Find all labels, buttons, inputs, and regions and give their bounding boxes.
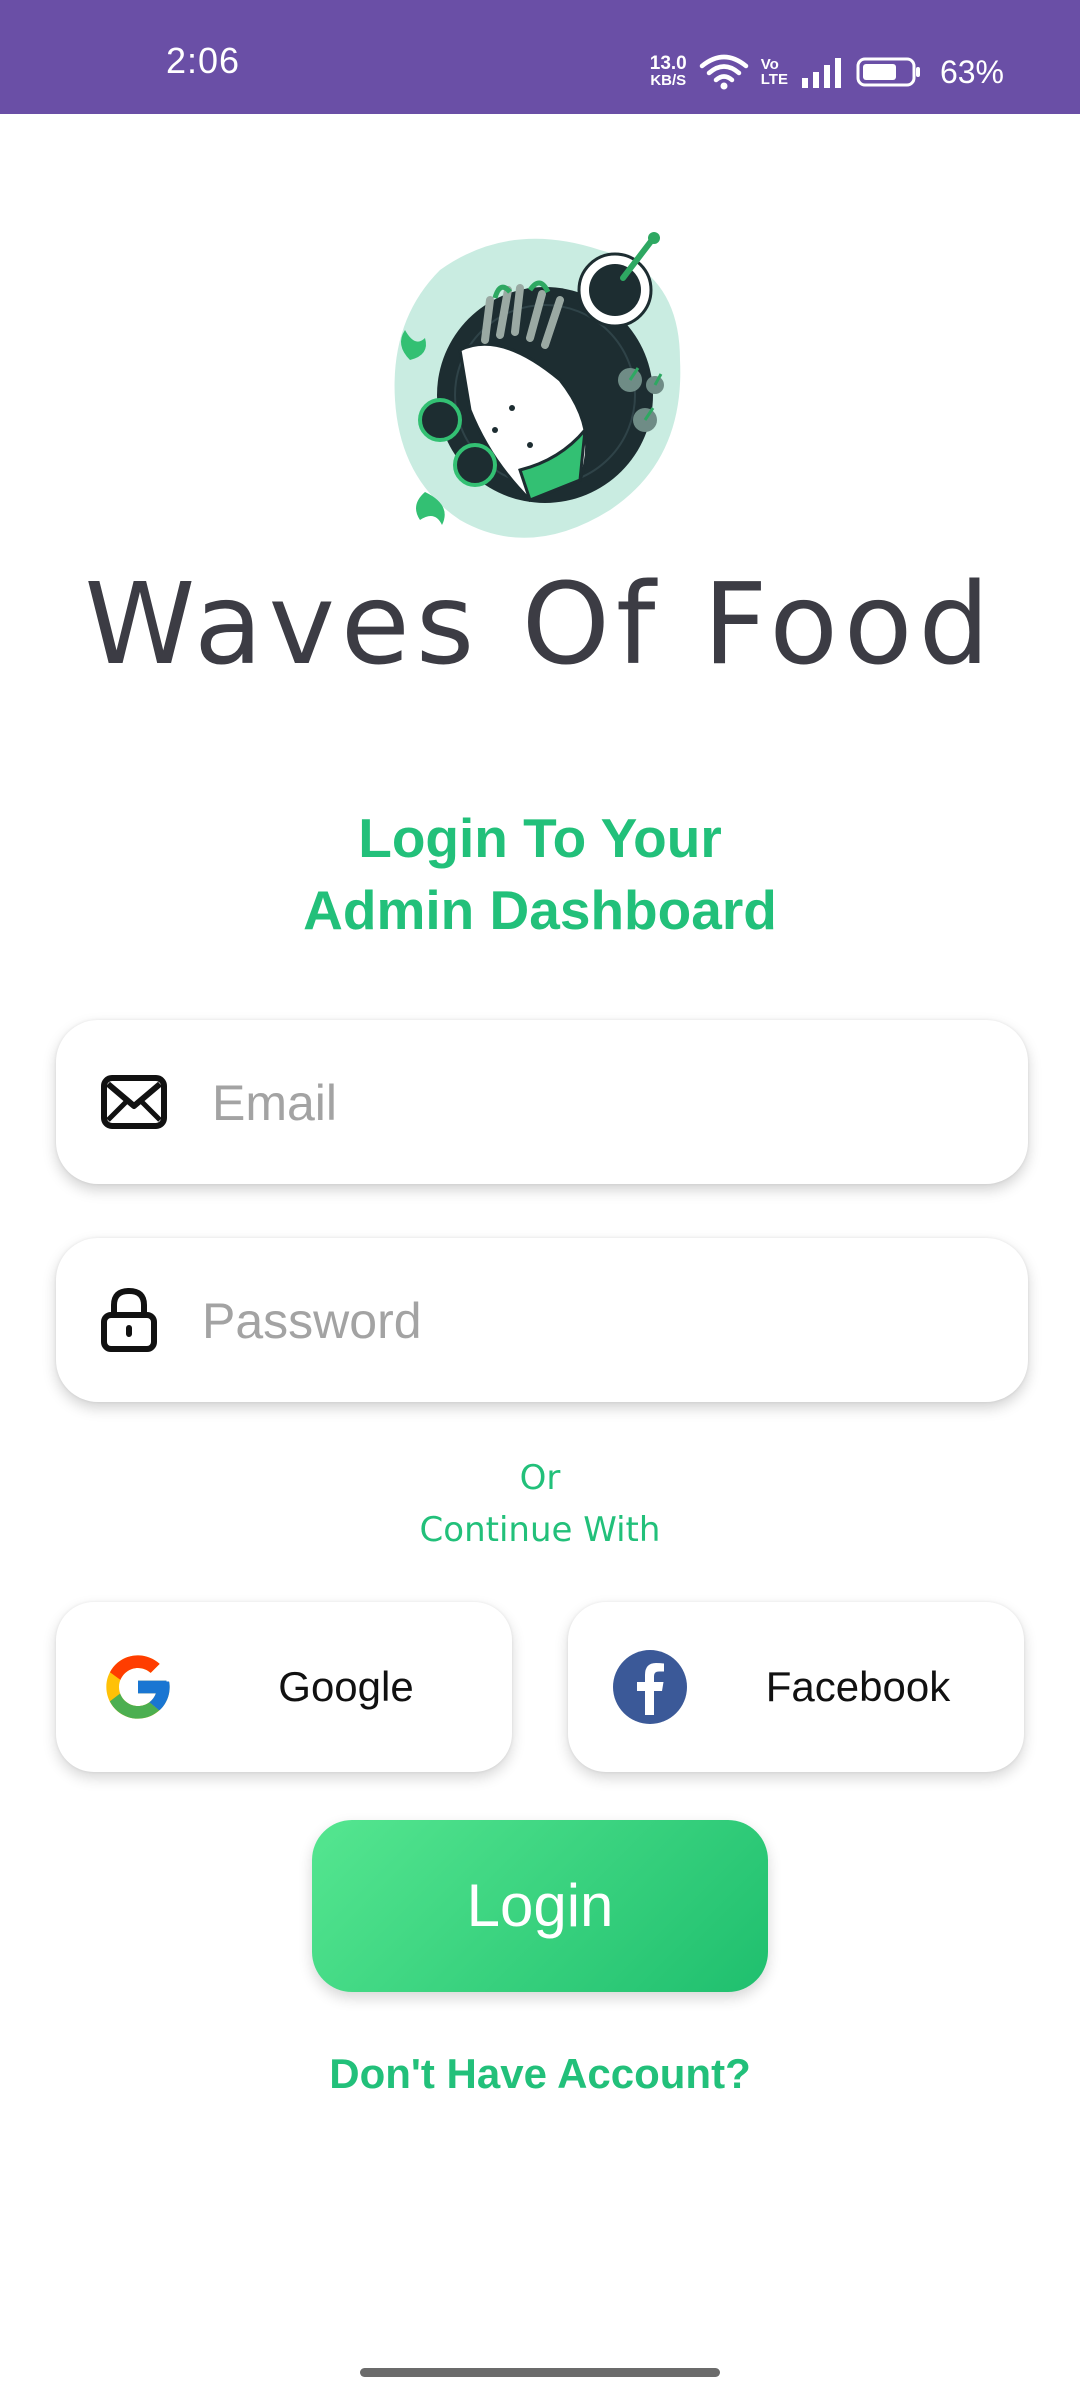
- signup-link[interactable]: Don't Have Account?: [0, 2050, 1080, 2098]
- login-screen: 2:06 13.0 KB/S Vo LTE 63% Waves Of Food …: [0, 0, 1080, 2400]
- password-field[interactable]: [56, 1238, 1028, 1404]
- status-bar: 2:06 13.0 KB/S Vo LTE 63%: [0, 0, 1080, 114]
- facebook-label: Facebook: [765, 1663, 951, 1710]
- app-title: Waves Of Food: [84, 560, 996, 690]
- battery-percent: 63%: [939, 53, 1004, 90]
- wifi-icon: [699, 54, 748, 90]
- volte-indicator: Vo LTE: [761, 57, 788, 87]
- network-speed-unit: KB/S: [650, 72, 687, 89]
- google-label: Google: [278, 1663, 414, 1710]
- volte-top-label: Vo: [760, 56, 779, 73]
- network-speed-value: 13.0: [649, 53, 687, 74]
- login-button[interactable]: Login: [312, 1820, 768, 1992]
- network-speed: 13.0 KB/S: [649, 53, 687, 89]
- volte-bottom-label: LTE: [760, 71, 788, 88]
- continue-with-label: Continue With: [419, 1510, 661, 1550]
- status-icons: 13.0 KB/S Vo LTE 63%: [650, 48, 1004, 96]
- facebook-icon: [613, 1650, 687, 1724]
- battery-icon: [856, 57, 920, 87]
- or-label: Or: [519, 1458, 561, 1498]
- signal-icon: [801, 58, 841, 88]
- page-headline: Login To Your Admin Dashboard: [0, 802, 1080, 946]
- status-time: 2:06: [166, 40, 241, 81]
- email-field[interactable]: [56, 1020, 1028, 1186]
- envelope-icon: [101, 1075, 167, 1129]
- google-login-button[interactable]: Google: [56, 1602, 512, 1772]
- facebook-login-button[interactable]: Facebook: [568, 1602, 1024, 1772]
- password-input[interactable]: [200, 1238, 984, 1404]
- food-wrap-illustration: [394, 232, 681, 538]
- lock-icon: [101, 1287, 157, 1352]
- google-icon: [106, 1655, 170, 1719]
- headline-line-2: Admin Dashboard: [303, 879, 777, 941]
- headline-line-1: Login To Your: [358, 807, 722, 869]
- home-indicator[interactable]: [360, 2368, 720, 2377]
- continue-with-divider: Or Continue With: [0, 1452, 1080, 1556]
- email-input[interactable]: [210, 1020, 994, 1186]
